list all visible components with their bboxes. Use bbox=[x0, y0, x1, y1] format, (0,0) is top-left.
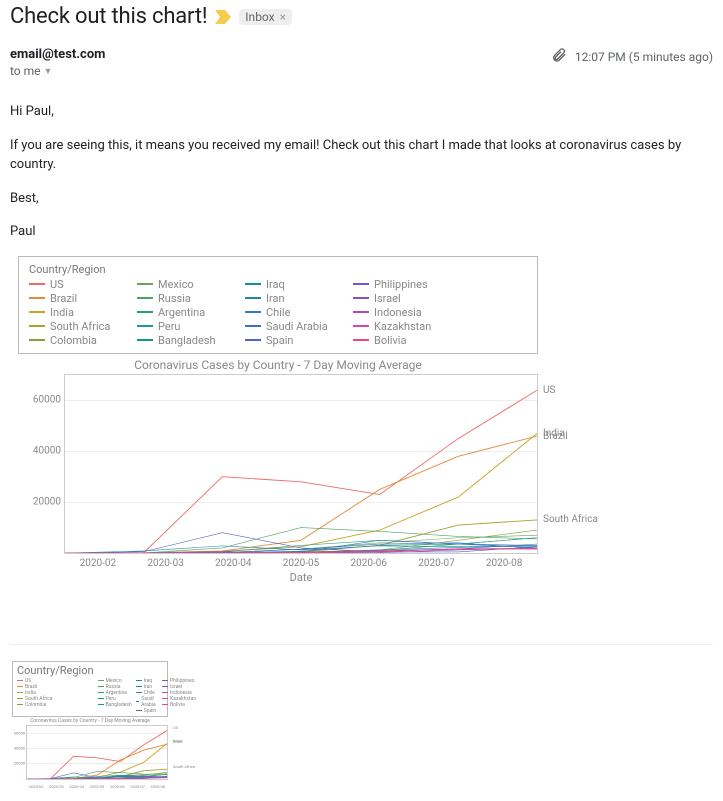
legend-item: Bangladesh bbox=[137, 334, 227, 347]
important-marker-icon[interactable] bbox=[215, 10, 231, 24]
attachment-icon[interactable] bbox=[551, 47, 567, 66]
body-greeting: Hi Paul, bbox=[10, 102, 713, 122]
legend-item: Russia bbox=[137, 292, 227, 305]
legend-item: Indonesia bbox=[353, 306, 443, 319]
timestamp: 12:07 PM (5 minutes ago) bbox=[575, 50, 713, 64]
legend-item: Mexico bbox=[137, 278, 227, 291]
chart-plot-area: 200004000060000USBrazilIndiaSouth Africa bbox=[26, 725, 168, 780]
legend-item: Chile bbox=[245, 306, 335, 319]
legend-item: Philippines bbox=[353, 278, 443, 291]
legend-item: Iraq bbox=[245, 278, 335, 291]
body-paragraph: If you are seeing this, it means you rec… bbox=[10, 136, 713, 175]
chart-title: Coronavirus Cases by Country - 7 Day Mov… bbox=[12, 718, 168, 724]
email-body: Hi Paul, If you are seeing this, it mean… bbox=[10, 78, 713, 242]
chart-plot-area: 200004000060000USBrazilIndiaSouth Africa bbox=[64, 374, 538, 554]
legend-item: Bangladesh bbox=[98, 702, 132, 708]
body-signature: Paul bbox=[10, 222, 713, 242]
legend-item: Spain bbox=[245, 334, 335, 347]
chevron-down-icon: ▼ bbox=[44, 66, 53, 77]
legend-item: India bbox=[29, 306, 119, 319]
legend-item: Argentina bbox=[137, 306, 227, 319]
recipient-dropdown[interactable]: to me ▼ bbox=[10, 64, 551, 78]
legend-item: Colombia bbox=[17, 702, 94, 708]
legend-item: Iran bbox=[245, 292, 335, 305]
body-signoff: Best, bbox=[10, 189, 713, 209]
legend-item: Bolivia bbox=[162, 702, 196, 708]
legend-item: Israel bbox=[353, 292, 443, 305]
legend-item: Saudi Arabia bbox=[245, 320, 335, 333]
chart-title: Coronavirus Cases by Country - 7 Day Mov… bbox=[18, 358, 538, 372]
legend-item: Kazakhstan bbox=[353, 320, 443, 333]
legend-item: US bbox=[29, 278, 119, 291]
label-name: Inbox bbox=[245, 10, 274, 24]
legend-item: Colombia bbox=[29, 334, 119, 347]
legend-item: South Africa bbox=[29, 320, 119, 333]
legend-item: Bolivia bbox=[353, 334, 443, 347]
legend-item: Saudi Arabia bbox=[136, 696, 158, 708]
legend-item: Spain bbox=[136, 708, 158, 714]
label-inbox[interactable]: Inbox × bbox=[239, 9, 292, 25]
sender-address[interactable]: email@test.com bbox=[10, 47, 551, 62]
legend-item: Brazil bbox=[29, 292, 119, 305]
chart-image: Country/RegionUSBrazilIndiaSouth AfricaC… bbox=[18, 256, 538, 584]
chart-yaxis-label: Number of Cases bbox=[0, 205, 3, 290]
email-subject: Check out this chart! bbox=[10, 4, 207, 29]
divider bbox=[10, 644, 713, 645]
remove-label-icon[interactable]: × bbox=[280, 10, 286, 24]
legend-item: Peru bbox=[137, 320, 227, 333]
recipient-text: to me bbox=[10, 64, 41, 78]
attachment-thumbnail[interactable]: Country/RegionUSBrazilIndiaSouth AfricaC… bbox=[10, 659, 170, 791]
